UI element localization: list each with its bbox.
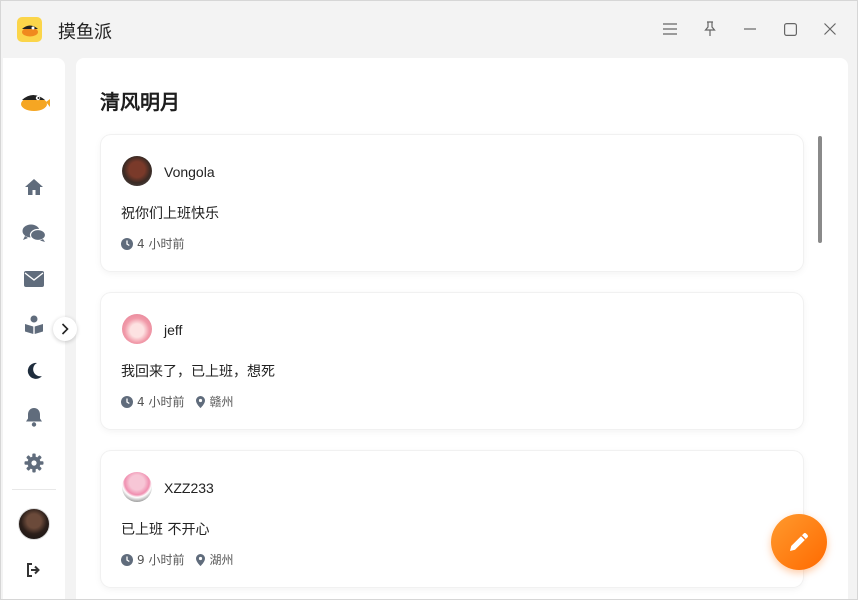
post-content: 我回来了，已上班，想死 — [121, 364, 275, 380]
post-username[interactable]: Vongola — [164, 164, 215, 180]
post-meta: 4 小时前 — [121, 235, 196, 252]
post-time: 4 小时前 — [137, 395, 185, 409]
scrollbar-thumb[interactable] — [818, 136, 822, 243]
page-title: 清风明月 — [100, 90, 180, 114]
clock-icon — [121, 237, 133, 250]
avatar[interactable] — [122, 314, 152, 344]
main-panel: 清风明月 Vongola 祝你们上班快乐 4 小时前 jeff 我回来了，已上班… — [76, 58, 848, 599]
post-content: 祝你们上班快乐 — [121, 206, 219, 222]
sidebar-item-home[interactable] — [3, 171, 65, 203]
post-card[interactable]: Vongola 祝你们上班快乐 4 小时前 — [101, 135, 803, 271]
sidebar-logo[interactable] — [3, 85, 65, 117]
post-meta: 4 小时前 赣州 — [121, 393, 245, 410]
moon-icon — [27, 362, 42, 379]
post-meta: 9 小时前 湖州 — [121, 551, 245, 568]
post-content: 已上班 不开心 — [121, 522, 210, 538]
location-pin-icon — [196, 395, 206, 408]
clock-icon — [121, 395, 133, 408]
sidebar-item-mail[interactable] — [3, 263, 65, 295]
post-time: 9 小时前 — [137, 553, 185, 567]
menu-icon[interactable] — [659, 18, 681, 40]
mail-icon — [24, 271, 44, 287]
chat-icon — [22, 224, 46, 242]
minimize-icon[interactable] — [739, 18, 761, 40]
post-card[interactable]: jeff 我回来了，已上班，想死 4 小时前 赣州 — [101, 293, 803, 429]
avatar[interactable] — [122, 156, 152, 186]
app-title: 摸鱼派 — [58, 22, 112, 43]
title-bar[interactable]: 摸鱼派 — [1, 1, 857, 58]
location-pin-icon — [196, 553, 206, 566]
post-card[interactable]: XZZ233 已上班 不开心 9 小时前 湖州 — [101, 451, 803, 587]
user-avatar[interactable] — [18, 508, 50, 540]
gear-icon — [24, 453, 44, 473]
bell-icon — [26, 408, 42, 427]
pin-icon[interactable] — [699, 18, 721, 40]
post-time: 4 小时前 — [137, 237, 185, 251]
fish-icon — [17, 17, 42, 42]
post-username[interactable]: XZZ233 — [164, 480, 214, 496]
avatar[interactable] — [122, 472, 152, 502]
post-location: 赣州 — [209, 395, 234, 409]
close-icon[interactable] — [819, 18, 841, 40]
sidebar-toggle-button[interactable] — [53, 317, 77, 341]
book-reader-icon — [25, 315, 43, 334]
sidebar-item-chat[interactable] — [3, 217, 65, 249]
sidebar-item-logout[interactable] — [3, 554, 65, 586]
post-username[interactable]: jeff — [164, 322, 182, 338]
sidebar-item-settings[interactable] — [3, 447, 65, 479]
maximize-icon[interactable] — [779, 18, 801, 40]
sidebar-item-theme[interactable] — [3, 355, 65, 387]
logout-icon — [27, 563, 40, 577]
chevron-right-icon — [61, 323, 69, 335]
clock-icon — [121, 553, 133, 566]
sidebar-item-notifications[interactable] — [3, 401, 65, 433]
app-window: 摸鱼派 清风明月 Vongola 祝你们上班快乐 4 小时前 jeff 我回来了… — [0, 0, 858, 600]
sidebar-divider — [12, 489, 56, 490]
fish-logo-icon — [21, 95, 50, 111]
compose-button[interactable] — [771, 514, 827, 570]
pencil-icon — [790, 533, 808, 551]
post-location: 湖州 — [209, 553, 234, 567]
home-icon — [25, 179, 43, 195]
